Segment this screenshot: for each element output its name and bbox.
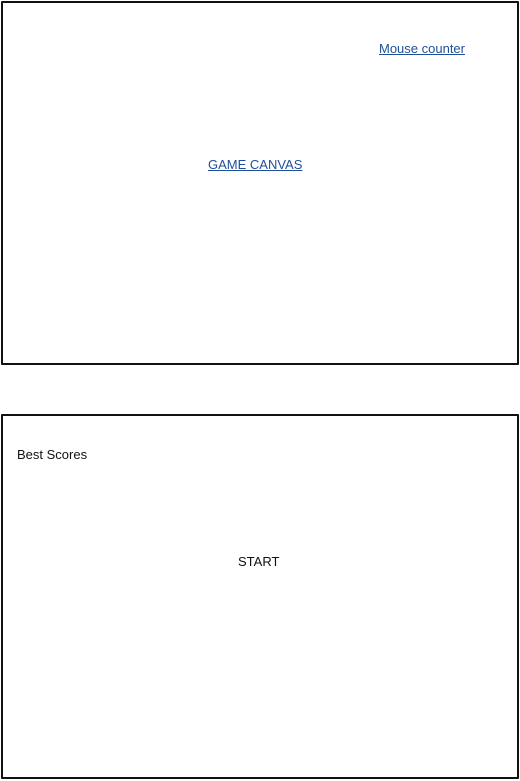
game-canvas-panel[interactable]: Mouse counter GAME CANVAS	[1, 1, 519, 365]
menu-panel: Best Scores START	[1, 414, 519, 779]
game-canvas-link[interactable]: GAME CANVAS	[208, 157, 302, 172]
mouse-counter-link[interactable]: Mouse counter	[379, 41, 465, 56]
start-button[interactable]: START	[238, 554, 279, 569]
best-scores-label: Best Scores	[17, 447, 88, 462]
